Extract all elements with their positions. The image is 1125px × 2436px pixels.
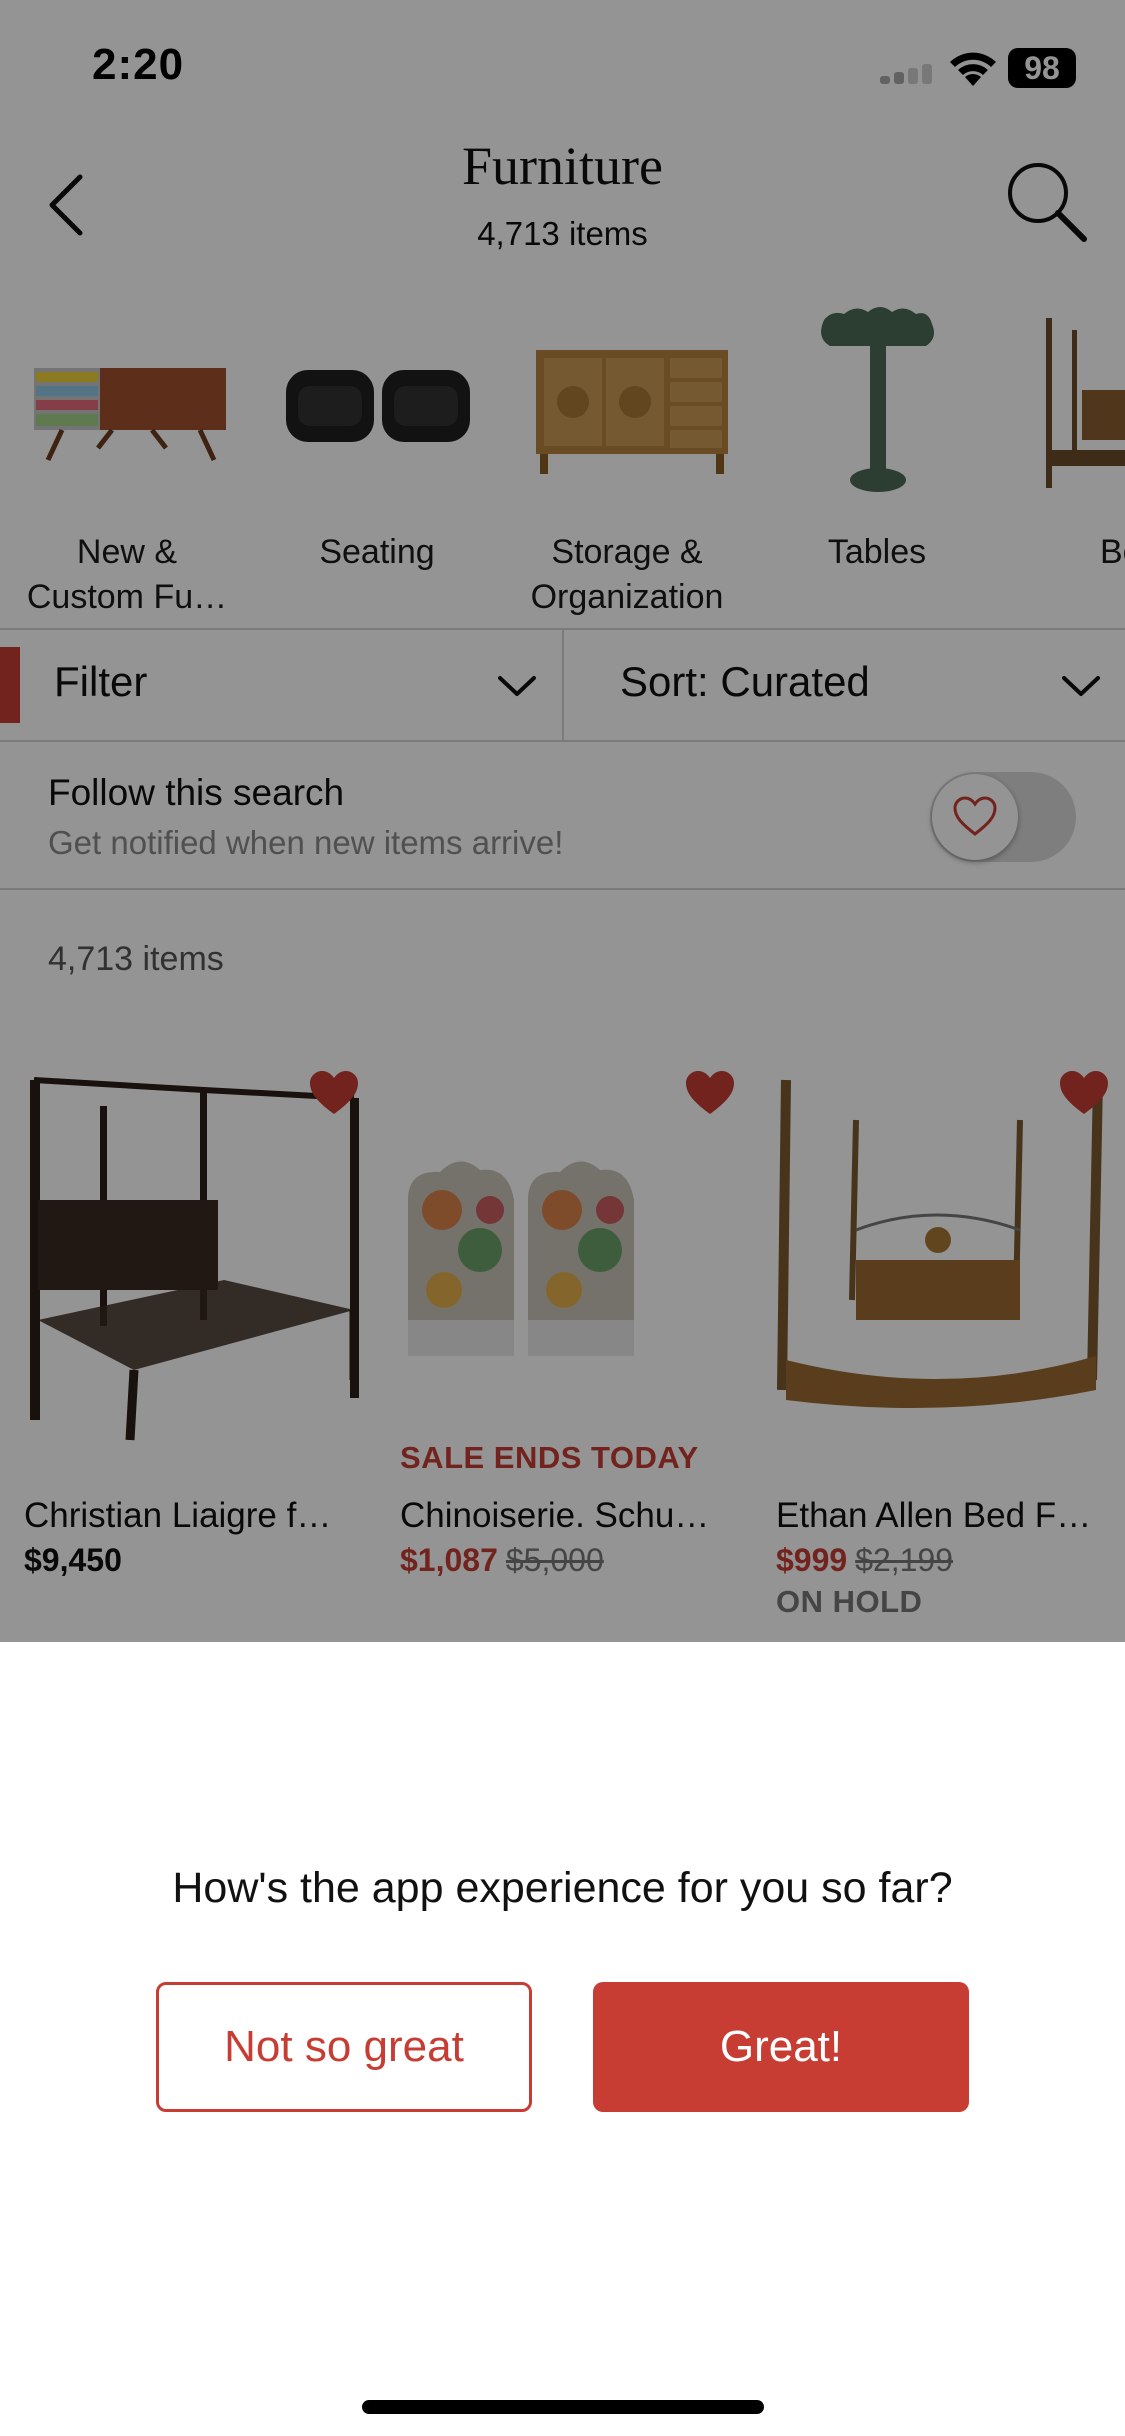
home-indicator[interactable]: [362, 2400, 764, 2414]
app-screen: 2:20 98 Furniture 4,713 items New & Cust…: [0, 0, 1125, 2436]
modal-backdrop[interactable]: [0, 0, 1125, 1642]
feedback-question: How's the app experience for you so far?: [172, 1864, 953, 1912]
great-button[interactable]: Great!: [593, 1982, 969, 2112]
feedback-sheet: How's the app experience for you so far?…: [0, 1642, 1125, 2436]
not-so-great-button[interactable]: Not so great: [156, 1982, 532, 2112]
